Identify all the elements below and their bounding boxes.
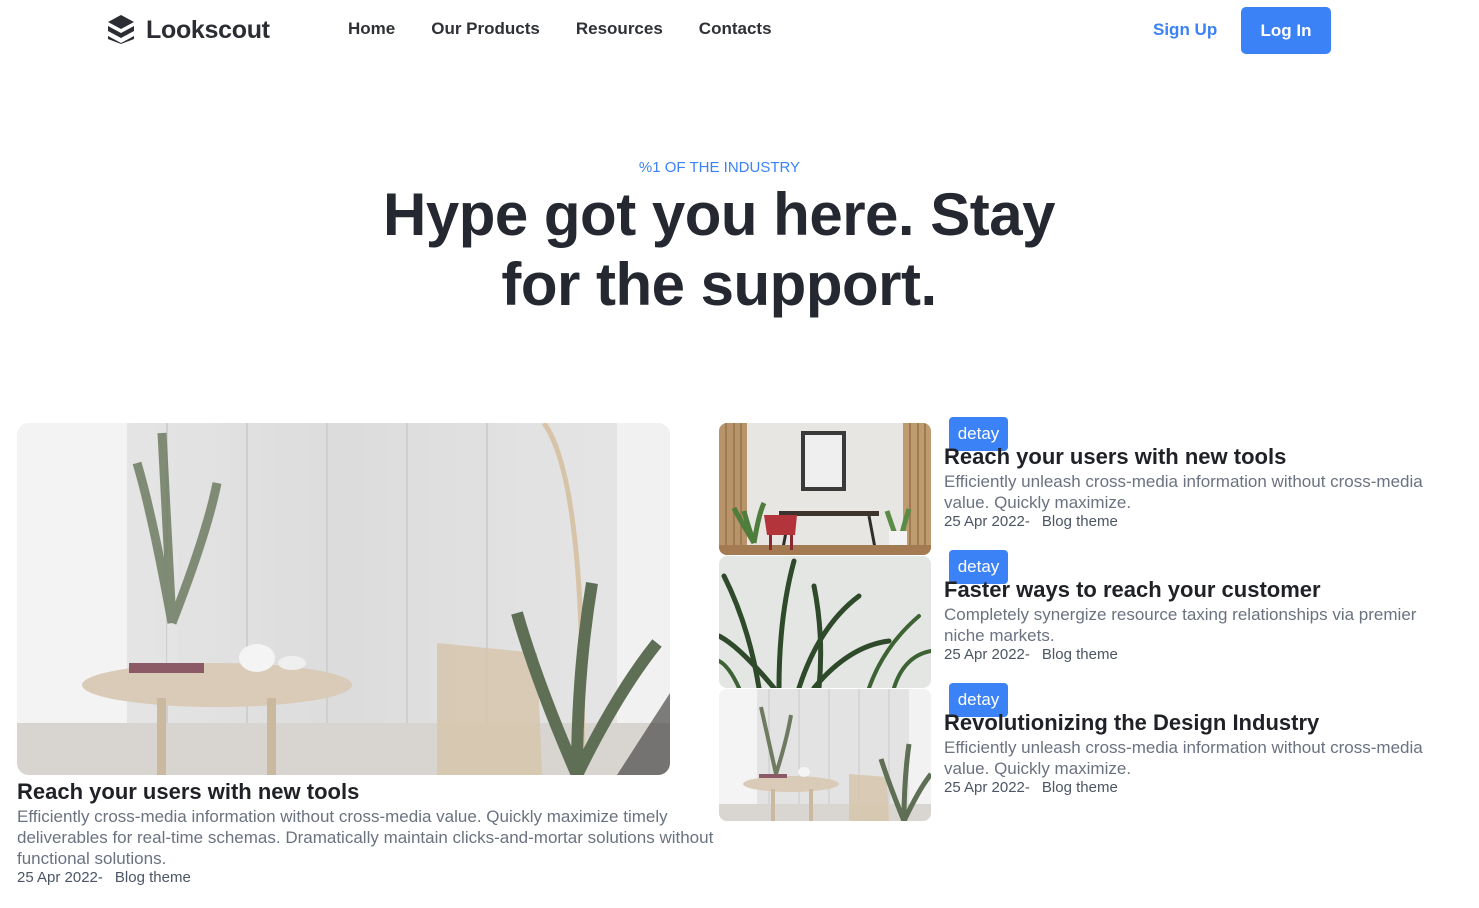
nav-contacts[interactable]: Contacts (699, 19, 772, 39)
brand-name: Lookscout (146, 15, 270, 44)
post-date: 25 Apr 2022- (944, 513, 1030, 530)
featured-post-meta: 25 Apr 2022- Blog theme (17, 869, 191, 886)
post-meta-3: 25 Apr 2022- Blog theme (944, 779, 1118, 796)
post-title-3[interactable]: Revolutionizing the Design Industry (944, 710, 1319, 736)
nav-resources[interactable]: Resources (576, 19, 663, 39)
post-description-3: Efficiently unleash cross-media informat… (944, 738, 1423, 778)
post-title-1[interactable]: Reach your users with new tools (944, 444, 1286, 470)
post-date: 25 Apr 2022- (944, 779, 1030, 796)
featured-post-description: Efficiently cross-media information with… (17, 807, 714, 868)
logo-icon (106, 14, 136, 46)
post-date: 25 Apr 2022- (17, 869, 103, 886)
main-nav: Home Our Products Resources Contacts (348, 19, 772, 39)
post-meta-1: 25 Apr 2022- Blog theme (944, 513, 1118, 530)
post-category: Blog theme (1041, 646, 1118, 663)
post-title-2[interactable]: Faster ways to reach your customer (944, 577, 1321, 603)
post-category: Blog theme (1041, 513, 1118, 530)
post-thumbnail-1[interactable] (719, 423, 931, 555)
post-category: Blog theme (1041, 779, 1118, 796)
post-thumbnail-2[interactable] (719, 556, 931, 688)
hero-headline: Hype got you here. Stay for the support. (383, 181, 1056, 318)
post-meta-2: 25 Apr 2022- Blog theme (944, 646, 1118, 663)
post-category: Blog theme (114, 869, 191, 886)
nav-our-products[interactable]: Our Products (431, 19, 540, 39)
log-in-button[interactable]: Log In (1241, 7, 1331, 54)
nav-home[interactable]: Home (348, 19, 395, 39)
post-description-1: Efficiently unleash cross-media informat… (944, 472, 1423, 512)
featured-post-image[interactable] (17, 423, 670, 775)
post-date: 25 Apr 2022- (944, 646, 1030, 663)
featured-post-title[interactable]: Reach your users with new tools (17, 779, 359, 805)
post-thumbnail-3[interactable] (719, 689, 931, 821)
brand-logo[interactable]: Lookscout (106, 14, 270, 46)
hero-eyebrow: %1 OF THE INDUSTRY (638, 159, 801, 176)
sign-up-link[interactable]: Sign Up (1153, 20, 1217, 40)
post-description-2: Completely synergize resource taxing rel… (944, 605, 1417, 645)
